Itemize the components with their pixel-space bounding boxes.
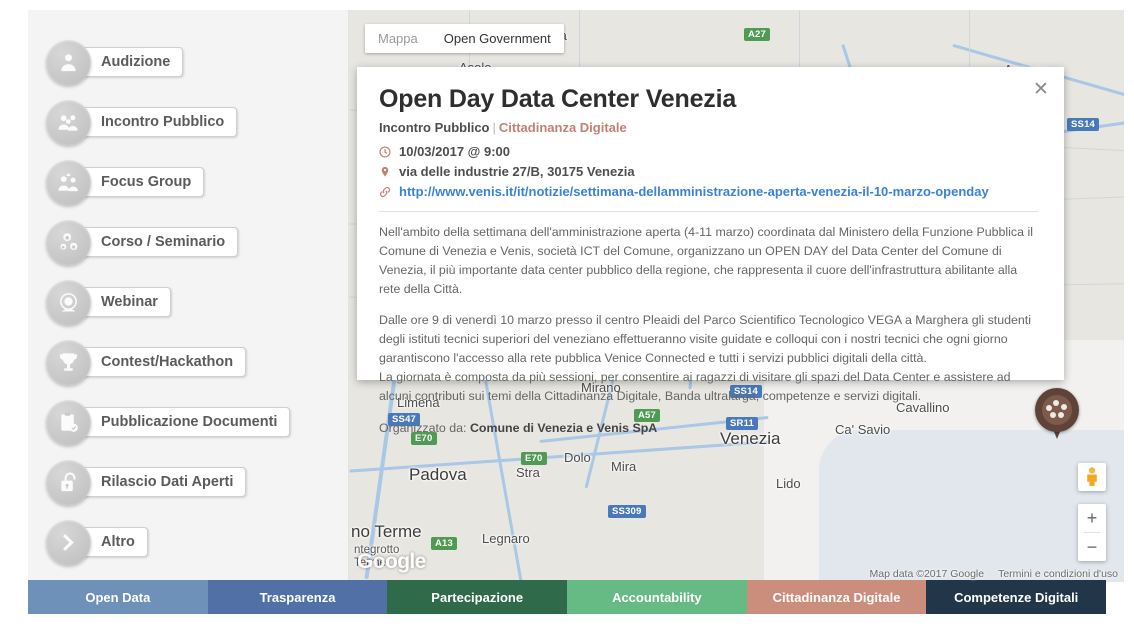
sidebar-item-corso-seminario[interactable]: Corso / Seminario [28, 212, 348, 272]
event-address: via delle industrie 27/B, 30175 Venezia [399, 164, 635, 179]
sidebar-item-label: Focus Group [81, 167, 204, 197]
trophy-icon [46, 340, 91, 385]
map-label: Legnaro [482, 531, 530, 546]
map-shield: SS14 [1067, 118, 1099, 131]
sidebar-item-webinar[interactable]: Webinar [28, 272, 348, 332]
zoom-controls[interactable]: + − [1078, 504, 1106, 561]
event-theme[interactable]: Cittadinanza Digitale [499, 120, 627, 135]
event-link-row: http://www.venis.it/it/notizie/settimana… [379, 184, 1038, 199]
tab-open-government[interactable]: Open Government [431, 24, 564, 53]
map-panel[interactable]: A27 SS14 SS14 SR11 A57 E70 E70 SS47 SS30… [349, 10, 1124, 582]
map-type-tabs[interactable]: Mappa Open Government [365, 24, 564, 53]
category-list: Audizione Incontro Pubblico Focus Group … [28, 10, 348, 572]
map-label: Stra [516, 465, 540, 480]
event-date-row: 10/03/2017 @ 9:00 [379, 144, 1038, 159]
sidebar-item-contest-hackathon[interactable]: Contest/Hackathon [28, 332, 348, 392]
zoom-out-button[interactable]: − [1078, 533, 1106, 561]
nav-tab-accountability[interactable]: Accountability [567, 580, 747, 614]
map-label: no Terme [351, 522, 422, 542]
map-attribution: Map data ©2017 Google Termini e condizio… [870, 568, 1118, 580]
sidebar-item-label: Contest/Hackathon [81, 347, 246, 377]
open-lock-icon [46, 460, 91, 505]
event-organizer: Organizzato da: Comune di Venezia e Veni… [379, 419, 1038, 438]
sidebar-item-focus-group[interactable]: Focus Group [28, 152, 348, 212]
bottom-navigation: Open Data Trasparenza Partecipazione Acc… [28, 580, 1106, 614]
map-label: Dolo [564, 450, 591, 465]
map-canvas[interactable]: A27 SS14 SS14 SR11 A57 E70 E70 SS47 SS30… [349, 10, 1124, 582]
sidebar-item-altro[interactable]: Altro [28, 512, 348, 572]
event-address-row: via delle industrie 27/B, 30175 Venezia [379, 164, 1038, 179]
nav-tab-cittadinanza-digitale[interactable]: Cittadinanza Digitale [747, 580, 927, 614]
card-divider [379, 211, 1038, 212]
webcam-icon [46, 280, 91, 325]
map-terms-link[interactable]: Termini e condizioni d'uso [998, 568, 1118, 580]
clock-icon [379, 146, 399, 158]
link-icon [379, 186, 399, 198]
sidebar-item-label: Corso / Seminario [81, 227, 238, 257]
map-label: Mira [611, 459, 636, 474]
map-shield: SS309 [608, 505, 646, 518]
nav-tab-partecipazione[interactable]: Partecipazione [387, 580, 567, 614]
map-shield: A13 [431, 537, 457, 550]
gears-icon [46, 220, 91, 265]
nav-tab-trasparenza[interactable]: Trasparenza [208, 580, 388, 614]
map-data-credit: Map data ©2017 Google [870, 568, 985, 580]
map-marker-cluster[interactable] [1035, 388, 1079, 440]
event-description: Nell'ambito della settimana dell'amminis… [379, 223, 1038, 437]
sidebar-item-label: Pubblicazione Documenti [81, 407, 290, 437]
description-paragraph: La giornata è composta da più sessioni, … [379, 368, 1038, 406]
event-category-line: Incontro Pubblico|Cittadinanza Digitale [379, 120, 1038, 135]
app-root: Audizione Incontro Pubblico Focus Group … [0, 0, 1134, 629]
sidebar-item-incontro-pubblico[interactable]: Incontro Pubblico [28, 92, 348, 152]
chevron-right-icon [46, 520, 91, 565]
organizer-label: Organizzato da: [379, 421, 466, 435]
marker-dots [1046, 399, 1068, 421]
google-logo: Google [357, 550, 426, 574]
zoom-in-button[interactable]: + [1078, 504, 1106, 532]
map-shield: A27 [744, 28, 770, 41]
description-paragraph: Dalle ore 9 di venerdì 10 marzo presso i… [379, 311, 1038, 368]
event-category: Incontro Pubblico [379, 120, 490, 135]
close-icon[interactable]: ✕ [1030, 79, 1052, 101]
organizer-value: Comune di Venezia e Venis SpA [470, 421, 657, 435]
pegman-icon[interactable] [1078, 463, 1106, 491]
clipboard-check-icon [46, 400, 91, 445]
map-label: Padova [409, 465, 467, 485]
sidebar-item-label: Webinar [81, 287, 171, 317]
map-pin-icon [379, 166, 399, 178]
category-sidebar: Audizione Incontro Pubblico Focus Group … [28, 10, 349, 582]
nav-tab-competenze-digitali[interactable]: Competenze Digitali [926, 580, 1106, 614]
group-icon [46, 100, 91, 145]
sidebar-item-label: Altro [81, 527, 148, 557]
sidebar-item-label: Audizione [81, 47, 183, 77]
description-paragraph: Nell'ambito della settimana dell'amminis… [379, 223, 1038, 298]
tab-mappa[interactable]: Mappa [365, 24, 431, 53]
pegman-glyph [1085, 467, 1099, 487]
event-url[interactable]: http://www.venis.it/it/notizie/settimana… [399, 184, 989, 199]
page-title: Open Day Data Center Venezia [379, 85, 1038, 114]
sidebar-item-rilascio-dati-aperti[interactable]: Rilascio Dati Aperti [28, 452, 348, 512]
event-date: 10/03/2017 @ 9:00 [399, 144, 510, 159]
person-icon [46, 40, 91, 85]
event-info-card: ✕ Open Day Data Center Venezia Incontro … [357, 67, 1064, 380]
sidebar-item-pubblicazione-documenti[interactable]: Pubblicazione Documenti [28, 392, 348, 452]
map-shield: E70 [521, 452, 547, 465]
sidebar-item-label: Rilascio Dati Aperti [81, 467, 246, 497]
category-separator: | [490, 120, 499, 135]
focus-group-icon [46, 160, 91, 205]
sidebar-item-audizione[interactable]: Audizione [28, 32, 348, 92]
sidebar-item-label: Incontro Pubblico [81, 107, 237, 137]
nav-tab-open-data[interactable]: Open Data [28, 580, 208, 614]
map-label: Lido [776, 476, 801, 491]
